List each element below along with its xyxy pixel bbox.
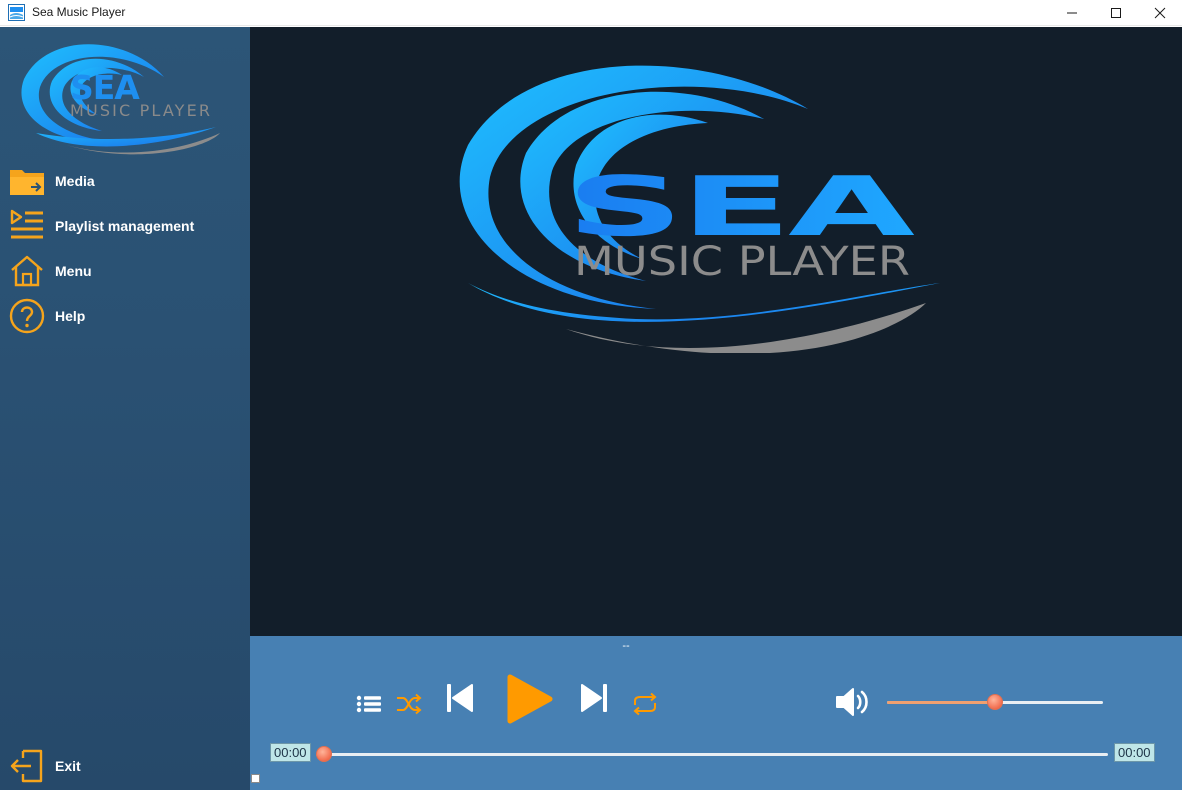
volume-icon bbox=[836, 688, 868, 716]
seek-slider[interactable] bbox=[316, 746, 1108, 762]
folder-icon bbox=[10, 170, 44, 195]
previous-button[interactable] bbox=[444, 682, 476, 714]
list-icon bbox=[356, 695, 381, 713]
track-title: -- bbox=[622, 640, 630, 652]
shuffle-button[interactable] bbox=[394, 692, 424, 716]
maximize-button[interactable] bbox=[1094, 0, 1138, 26]
play-button[interactable] bbox=[502, 672, 556, 726]
next-icon bbox=[581, 684, 607, 712]
next-button[interactable] bbox=[578, 682, 610, 714]
help-icon bbox=[9, 298, 45, 334]
previous-icon bbox=[447, 684, 473, 712]
repeat-button[interactable] bbox=[628, 692, 662, 716]
current-time: 00:00 bbox=[270, 743, 311, 762]
sea-logo-large: SEA MUSIC PLAYER bbox=[459, 65, 940, 353]
seek-slider-handle[interactable] bbox=[316, 746, 332, 762]
sidebar-item-menu[interactable]: Menu bbox=[0, 251, 250, 291]
close-button[interactable] bbox=[1138, 0, 1182, 26]
player-controls: -- 00:00 00:00 bbox=[250, 636, 1182, 790]
resize-grip bbox=[251, 774, 260, 783]
sidebar-item-exit[interactable]: Exit bbox=[0, 746, 250, 786]
home-icon bbox=[11, 255, 43, 287]
sidebar: SEA MUSIC PLAYER Media Playlist manageme… bbox=[0, 27, 250, 790]
maximize-icon bbox=[1111, 8, 1121, 18]
playlist-button[interactable] bbox=[354, 692, 384, 716]
title-bar: Sea Music Player bbox=[0, 0, 1182, 26]
sidebar-item-label: Help bbox=[55, 308, 86, 324]
sidebar-item-label: Playlist management bbox=[55, 218, 195, 234]
volume-slider[interactable] bbox=[887, 694, 1103, 710]
total-time: 00:00 bbox=[1114, 743, 1155, 762]
volume-slider-fill bbox=[887, 701, 995, 704]
sidebar-item-help[interactable]: Help bbox=[0, 296, 250, 336]
playlist-icon bbox=[10, 209, 43, 239]
repeat-icon bbox=[633, 692, 657, 716]
sidebar-item-media[interactable]: Media bbox=[0, 161, 250, 201]
window-title: Sea Music Player bbox=[32, 5, 126, 19]
sidebar-item-playlist-management[interactable]: Playlist management bbox=[0, 206, 250, 246]
sidebar-item-label: Menu bbox=[55, 263, 92, 279]
volume-button[interactable] bbox=[832, 684, 874, 720]
exit-icon bbox=[10, 749, 43, 783]
play-icon bbox=[507, 674, 553, 724]
logo-text-subtitle: MUSIC PLAYER bbox=[574, 239, 910, 285]
shuffle-icon bbox=[397, 693, 422, 715]
sidebar-item-label: Exit bbox=[55, 758, 81, 774]
close-icon bbox=[1154, 7, 1166, 19]
minimize-button[interactable] bbox=[1050, 0, 1094, 26]
logo-text-subtitle: MUSIC PLAYER bbox=[70, 101, 210, 120]
sidebar-item-label: Media bbox=[55, 173, 95, 189]
minimize-icon bbox=[1067, 12, 1077, 14]
main-display: SEA MUSIC PLAYER bbox=[250, 27, 1182, 636]
seek-slider-track bbox=[316, 753, 1108, 756]
sea-logo: SEA MUSIC PLAYER bbox=[21, 44, 220, 155]
sea-app-icon bbox=[8, 4, 25, 21]
volume-slider-handle[interactable] bbox=[987, 694, 1003, 710]
